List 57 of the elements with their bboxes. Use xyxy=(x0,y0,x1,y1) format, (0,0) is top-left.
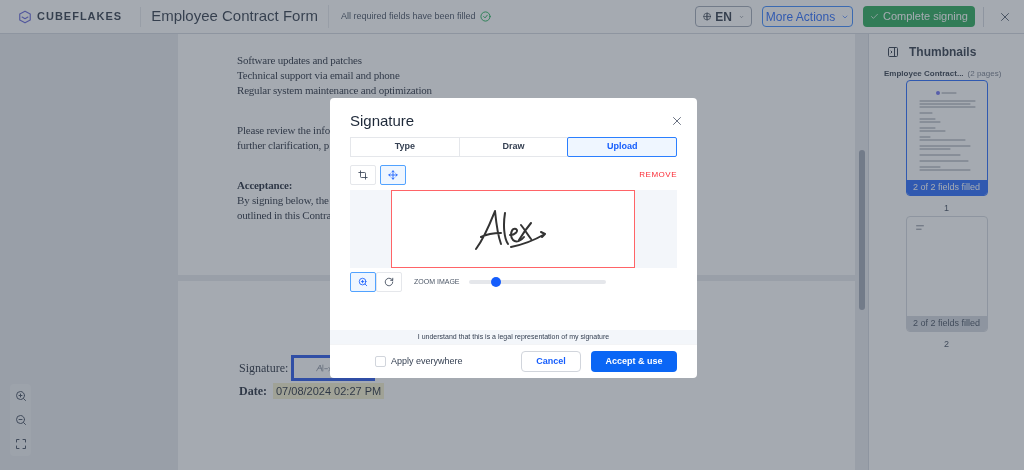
check-icon xyxy=(870,12,879,21)
signature-drawing xyxy=(316,364,333,372)
crop-icon xyxy=(358,170,368,180)
date-label: Date: xyxy=(239,383,267,400)
document-title: Employee Contract Form xyxy=(141,5,329,28)
panel-title: Thumbnails xyxy=(909,44,977,61)
checkbox[interactable] xyxy=(375,356,386,367)
crop-frame[interactable] xyxy=(391,190,635,268)
body-text: Regular system maintenance and optimization xyxy=(237,83,432,98)
body-text: further clarification, p xyxy=(237,138,329,153)
page-thumbnail[interactable]: 2 of 2 fields filled xyxy=(905,215,988,332)
language-button[interactable]: EN xyxy=(695,6,752,27)
page-number: 2 xyxy=(944,337,949,351)
logo-text: CUBEFLAKES xyxy=(37,9,123,25)
section-heading: Acceptance: xyxy=(237,178,293,193)
remove-button[interactable]: REMOVE xyxy=(639,169,677,181)
close-icon xyxy=(999,10,1011,23)
more-actions-button[interactable]: More Actions xyxy=(762,6,853,27)
body-text: Please review the info xyxy=(237,123,331,138)
close-button[interactable] xyxy=(670,114,684,128)
cancel-button[interactable]: Cancel xyxy=(521,351,581,372)
body-text: Software updates and patches xyxy=(237,53,362,68)
crop-button[interactable] xyxy=(350,165,376,185)
dialog-title: Signature xyxy=(350,110,415,131)
checkbox-label: Apply everywhere xyxy=(391,354,463,368)
document-name: Employee Contract... xyxy=(884,68,964,80)
cube-logo-icon xyxy=(18,9,32,24)
page-number: 1 xyxy=(944,202,949,215)
signature-label: Signature: xyxy=(239,360,289,377)
tab[interactable]: Upload xyxy=(567,137,677,157)
rotate-button[interactable] xyxy=(376,272,402,292)
tab[interactable]: Draw xyxy=(458,137,569,157)
body-text: By signing below, the xyxy=(237,193,329,208)
move-icon xyxy=(388,170,398,180)
body-text: Technical support via email and phone xyxy=(237,68,400,83)
close-icon xyxy=(671,115,683,127)
fullscreen-icon xyxy=(14,438,27,450)
rotate-icon xyxy=(384,277,394,287)
scrollbar-thumb[interactable] xyxy=(859,150,865,310)
page-count: (2 pages) xyxy=(967,68,1002,80)
zoom-in-icon xyxy=(14,390,27,402)
date-field[interactable]: 07/08/2024 02:27 PM xyxy=(273,382,385,400)
page-thumbnail[interactable]: 2 of 2 fields filled xyxy=(905,80,988,196)
zoom-out-icon xyxy=(14,414,27,426)
fields-status: 2 of 2 fields filled xyxy=(906,315,987,331)
slider-thumb[interactable] xyxy=(490,277,501,287)
tab[interactable]: Type xyxy=(350,137,460,157)
zoom-in-button[interactable] xyxy=(350,272,376,292)
panel-icon xyxy=(887,46,899,58)
status-text: All required fields have been filled xyxy=(339,9,476,23)
accept-button[interactable]: Accept & use xyxy=(591,351,677,372)
zoom-in-icon xyxy=(358,277,368,287)
page-preview-drawing xyxy=(915,224,924,230)
move-button[interactable] xyxy=(380,165,406,185)
globe-icon xyxy=(703,10,712,23)
fields-status: 2 of 2 fields filled xyxy=(906,180,987,195)
check-circle-icon xyxy=(479,11,491,22)
